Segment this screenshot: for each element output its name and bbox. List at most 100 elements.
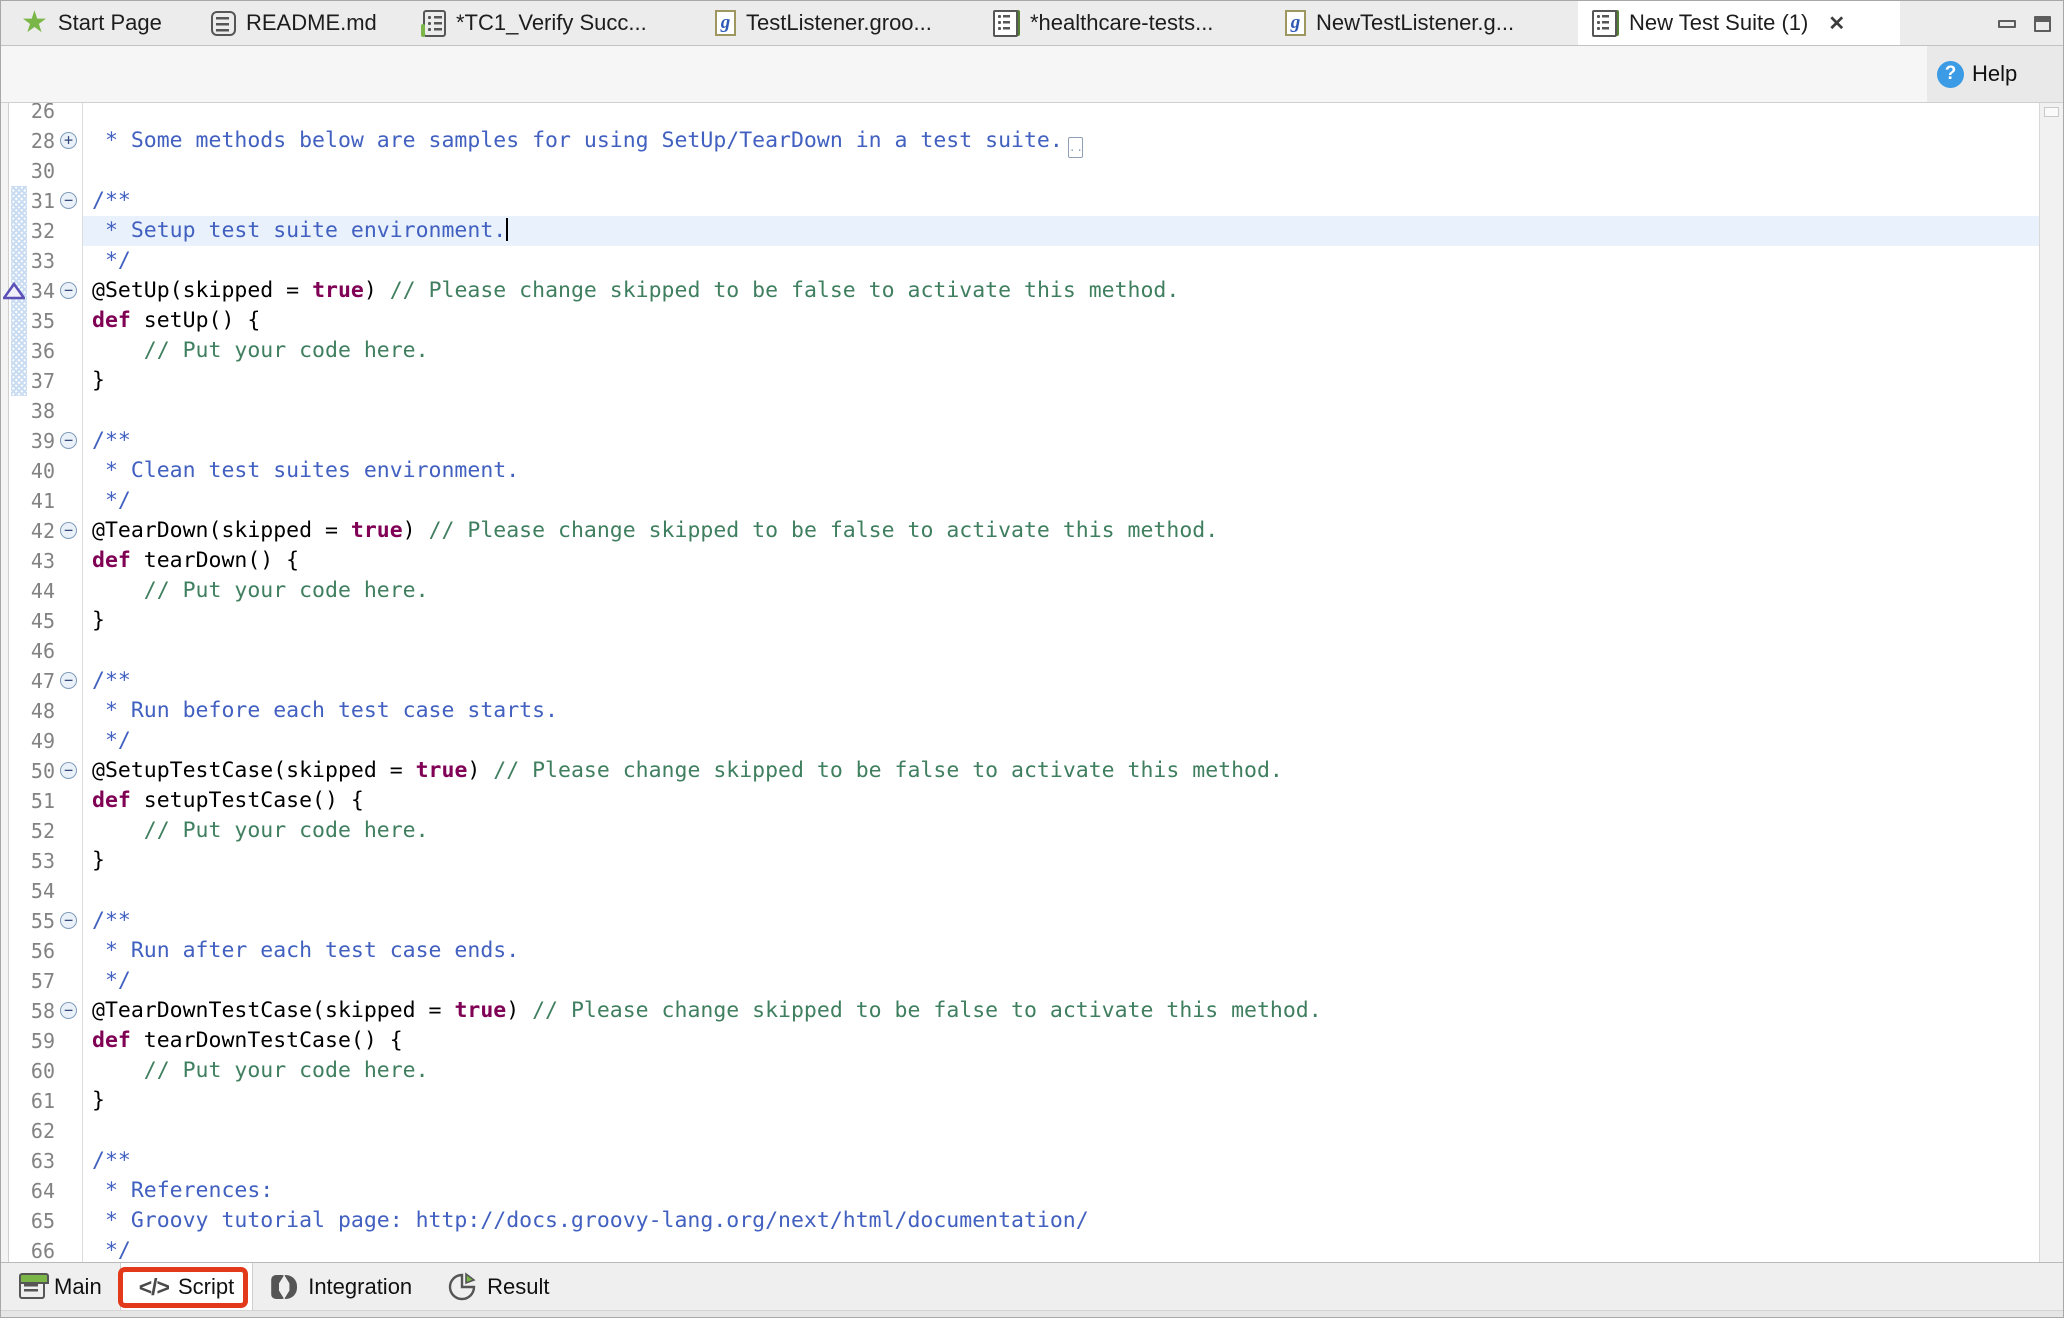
line-number: 57	[9, 966, 57, 996]
line-number: 42	[9, 516, 57, 546]
code-text: * Run before each test case starts.	[83, 696, 2039, 726]
code-text: */	[83, 1236, 2039, 1262]
line-number: 50	[9, 756, 57, 786]
view-tab-integration[interactable]: Integration	[253, 1263, 430, 1311]
fold-column	[57, 1116, 83, 1146]
code-line-56: 56 * Run after each test case ends.	[9, 936, 2039, 966]
fold-minus-icon[interactable]: −	[60, 432, 77, 449]
code-line-48: 48 * Run before each test case starts.	[9, 696, 2039, 726]
code-line-58: 58−@TearDownTestCase(skipped = true) // …	[9, 996, 2039, 1026]
line-number: 35	[9, 306, 57, 336]
fold-minus-icon[interactable]: −	[60, 912, 77, 929]
fold-minus-icon[interactable]: −	[60, 282, 77, 299]
line-number: 26	[9, 103, 57, 126]
fold-column	[57, 696, 83, 726]
help-label: Help	[1972, 61, 2017, 87]
code-text: /**	[83, 906, 2039, 936]
view-tab-label: Script	[178, 1274, 234, 1300]
fold-column: +	[57, 126, 83, 156]
line-number: 53	[9, 846, 57, 876]
fold-column	[57, 876, 83, 906]
fold-column: −	[57, 186, 83, 216]
help-button[interactable]: ? Help	[1927, 46, 2063, 102]
line-number: 40	[9, 456, 57, 486]
code-text	[83, 156, 2039, 186]
editor-tab--tc1-verify-succ-[interactable]: *TC1_Verify Succ...	[409, 1, 701, 45]
code-line-33: 33 */	[9, 246, 2039, 276]
close-icon[interactable]: ✕	[1828, 11, 1845, 36]
code-line-42: 42−@TearDown(skipped = true) // Please c…	[9, 516, 2039, 546]
editor-tab--healthcare-tests-[interactable]: *healthcare-tests...	[979, 1, 1271, 45]
view-window-buttons	[1998, 1, 2051, 46]
code-text: }	[83, 366, 2039, 396]
code-line-63: 63/**	[9, 1146, 2039, 1176]
code-line-64: 64 * References:	[9, 1176, 2039, 1206]
editor-tab-new-test-suite-1-[interactable]: New Test Suite (1)✕	[1578, 1, 1900, 45]
code-line-43: 43def tearDown() {	[9, 546, 2039, 576]
editor-tab-testlistener-groo-[interactable]: gTestListener.groo...	[701, 1, 979, 45]
fold-minus-icon[interactable]: −	[60, 192, 77, 209]
code-text: def tearDown() {	[83, 546, 2039, 576]
groovy-file-icon: g	[715, 10, 736, 36]
testsuite-icon	[993, 10, 1020, 37]
line-number: 30	[9, 156, 57, 186]
fold-column	[57, 306, 83, 336]
code-text: */	[83, 246, 2039, 276]
code-line-50: 50−@SetupTestCase(skipped = true) // Ple…	[9, 756, 2039, 786]
fold-column	[57, 786, 83, 816]
line-number: 56	[9, 936, 57, 966]
line-number: 48	[9, 696, 57, 726]
fold-plus-icon[interactable]: +	[60, 132, 77, 149]
line-number: 38	[9, 396, 57, 426]
view-tab-result[interactable]: Result	[430, 1263, 567, 1311]
code-text: @SetupTestCase(skipped = true) // Please…	[83, 756, 2039, 786]
code-line-51: 51def setupTestCase() {	[9, 786, 2039, 816]
code-line-40: 40 * Clean test suites environment.	[9, 456, 2039, 486]
fold-column	[57, 726, 83, 756]
result-pie-icon	[448, 1272, 478, 1302]
line-number: 61	[9, 1086, 57, 1116]
code-text: @TearDownTestCase(skipped = true) // Ple…	[83, 996, 2039, 1026]
fold-column	[57, 366, 83, 396]
code-editor[interactable]: 2628+ * Some methods below are samples f…	[1, 103, 2063, 1262]
fold-minus-icon[interactable]: −	[60, 522, 77, 539]
fold-column	[57, 1146, 83, 1176]
collapsed-fold-indicator[interactable]: ..	[1068, 137, 1083, 158]
view-tab-label: Main	[54, 1274, 102, 1300]
fold-column	[57, 936, 83, 966]
code-line-46: 46	[9, 636, 2039, 666]
code-line-44: 44 // Put your code here.	[9, 576, 2039, 606]
code-text: */	[83, 726, 2039, 756]
maximize-icon[interactable]	[2034, 16, 2051, 32]
overview-ruler-header	[2044, 107, 2059, 117]
code-text: def setUp() {	[83, 306, 2039, 336]
script-view-icon: </>	[139, 1274, 169, 1301]
fold-column	[57, 1176, 83, 1206]
code-text	[83, 1116, 2039, 1146]
editor-tab-newtestlistener-g-[interactable]: gNewTestListener.g...	[1271, 1, 1556, 45]
fold-minus-icon[interactable]: −	[60, 672, 77, 689]
fold-column	[57, 1236, 83, 1262]
line-number: 28	[9, 126, 57, 156]
editor-tab-start-page[interactable]: ★Start Page	[7, 1, 197, 45]
view-tab-label: Integration	[308, 1274, 412, 1300]
help-icon: ?	[1937, 61, 1964, 88]
view-tab-main[interactable]: Main	[1, 1263, 120, 1311]
fold-column	[57, 636, 83, 666]
code-line-59: 59def tearDownTestCase() {	[9, 1026, 2039, 1056]
fold-column	[57, 1026, 83, 1056]
code-text: @SetUp(skipped = true) // Please change …	[83, 276, 2039, 306]
code-line-60: 60 // Put your code here.	[9, 1056, 2039, 1086]
overview-ruler-scrollbar[interactable]	[2039, 103, 2063, 1262]
editor-tab-readme-md[interactable]: README.md	[197, 1, 409, 45]
main-view-icon	[19, 1275, 45, 1299]
minimize-icon[interactable]	[1998, 20, 2016, 28]
fold-column: −	[57, 756, 83, 786]
fold-minus-icon[interactable]: −	[60, 762, 77, 779]
fold-minus-icon[interactable]: −	[60, 1002, 77, 1019]
code-line-45: 45}	[9, 606, 2039, 636]
annotation-ruler	[1, 103, 9, 1262]
line-number: 44	[9, 576, 57, 606]
fold-column: −	[57, 516, 83, 546]
view-tab-script[interactable]: </> Script	[120, 1263, 254, 1311]
